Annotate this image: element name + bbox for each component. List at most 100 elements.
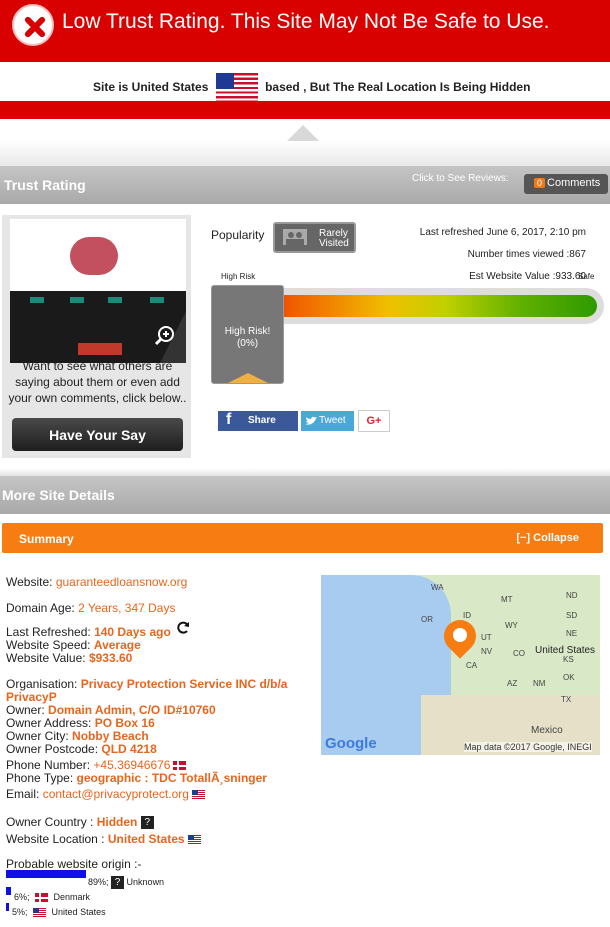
site-stats: Last refreshed June 6, 2017, 2:10 pm Num… xyxy=(400,222,586,288)
owner-city-row: Owner City: Nobby Beach xyxy=(6,729,149,743)
website-link[interactable]: guaranteedloansnow.org xyxy=(56,575,187,589)
owner-address-label: Owner Address: xyxy=(6,716,92,730)
owner-city-label: Owner City: xyxy=(6,729,69,743)
owner-country-value: Hidden xyxy=(96,815,138,829)
summary-title: Summary xyxy=(19,532,74,546)
origin-row: 5%; United States xyxy=(12,907,106,918)
map-label: OR xyxy=(421,615,433,624)
divider xyxy=(0,140,610,166)
last-refreshed-value: 140 Days ago xyxy=(94,625,171,639)
owner-postcode-label: Owner Postcode: xyxy=(6,742,99,756)
have-your-say-button[interactable]: Have Your Say xyxy=(12,418,183,451)
users-icon xyxy=(283,229,307,245)
origin-percent: 5%; xyxy=(12,907,28,917)
collapse-button[interactable]: [−] Collapse xyxy=(516,532,579,544)
website-location-row: Website Location : United States xyxy=(6,832,204,846)
google-plus-button[interactable]: G+ xyxy=(358,410,390,432)
close-circle-icon xyxy=(12,4,54,46)
website-speed-row: Website Speed: Average xyxy=(6,638,141,652)
pointer-notch xyxy=(287,125,319,141)
map-label: Mexico xyxy=(531,725,563,736)
phone-type-label: Phone Type: xyxy=(6,771,74,785)
owner-country-row: Owner Country : Hidden ? xyxy=(6,815,154,830)
denmark-flag-icon xyxy=(35,893,49,903)
owner-postcode-value: QLD 4218 xyxy=(101,742,157,756)
last-refreshed-label: Last Refreshed: xyxy=(6,625,91,639)
us-flag-icon xyxy=(215,73,258,103)
us-flag-icon xyxy=(187,835,201,845)
click-to-see-reviews: Click to See Reviews: xyxy=(412,173,509,184)
domain-age-row: Domain Age: 2 Years, 347 Days xyxy=(6,601,175,615)
map-label: CA xyxy=(466,661,478,670)
last-refreshed: Last refreshed June 6, 2017, 2:10 pm xyxy=(419,227,586,238)
comments-label: Comments xyxy=(547,177,601,189)
email-label: Email: xyxy=(6,787,40,801)
email-link[interactable]: contact@privacyprotect.org xyxy=(43,787,189,801)
refresh-icon[interactable] xyxy=(177,621,190,634)
website-speed-value: Average xyxy=(93,638,141,652)
phone-type-row: Phone Type: geographic : TDC TotallÃ¸sni… xyxy=(6,771,267,785)
summary-bar: Summary [−] Collapse xyxy=(2,523,603,553)
risk-status: High Risk! xyxy=(224,326,271,337)
site-screenshot-card: Want to see what others are saying about… xyxy=(2,215,191,458)
comments-count-badge: 0 xyxy=(534,178,546,188)
map-attribution: Map data ©2017 Google, INEGI xyxy=(464,742,592,752)
website-value-row: Website Value: $933.60 xyxy=(6,651,132,665)
comments-button[interactable]: 0 Comments xyxy=(524,174,608,194)
map-label: KS xyxy=(563,655,574,664)
owner-value: Domain Admin, C/O ID#10760 xyxy=(48,703,216,717)
times-viewed: Number times viewed :867 xyxy=(467,249,586,260)
zoom-icon[interactable] xyxy=(154,325,176,347)
origin-row: 89%; ? Unknown xyxy=(88,876,164,889)
facebook-icon: f xyxy=(226,411,232,428)
website-label: Website: xyxy=(6,575,53,589)
red-divider xyxy=(0,101,610,119)
website-location-label: Website Location : xyxy=(6,832,105,846)
origin-bar-united-states xyxy=(6,903,9,911)
map-label: OK xyxy=(563,673,575,682)
more-site-details-title: More Site Details xyxy=(2,487,115,503)
popularity-value-line2: Visited xyxy=(319,238,349,249)
owner-label: Owner: xyxy=(6,703,45,717)
trust-rating-header: Trust Rating xyxy=(0,166,610,204)
website-row: Website: guaranteedloansnow.org xyxy=(6,575,187,589)
phone-number-row: Phone Number: +45.36946676 xyxy=(6,758,189,772)
origin-country: Unknown xyxy=(126,876,165,887)
site-thumbnail[interactable] xyxy=(10,219,186,363)
card-description: Want to see what others are saying about… xyxy=(8,359,187,405)
thumbnail-image xyxy=(70,237,118,275)
unknown-flag-icon: ? xyxy=(111,876,125,889)
thumbnail-element xyxy=(108,297,122,303)
map-label: WY xyxy=(505,621,518,630)
location-suffix: based , But The Real Location Is Being H… xyxy=(265,80,531,95)
indicator-arrow xyxy=(228,373,268,383)
owner-address-row: Owner Address: PO Box 16 xyxy=(6,716,155,730)
origin-percent: 89%; xyxy=(88,876,109,887)
est-website-value: Est Website Value :933.60 xyxy=(469,271,586,282)
us-flag-icon xyxy=(191,790,205,800)
website-speed-label: Website Speed: xyxy=(6,638,91,652)
email-row: Email: contact@privacyprotect.org xyxy=(6,787,208,801)
location-bar: Site is United States based , But The Re… xyxy=(0,62,610,103)
thumbnail-element xyxy=(78,343,122,355)
map-label: CO xyxy=(513,649,525,658)
trust-meter-indicator: High Risk! (0%) xyxy=(211,285,284,384)
map-pin-dot xyxy=(453,628,467,642)
organisation-label: Organisation: xyxy=(6,677,78,691)
twitter-bird-icon xyxy=(305,416,317,425)
map-label: NM xyxy=(533,679,546,688)
website-value-value: $933.60 xyxy=(88,651,133,665)
map-label: NE xyxy=(566,629,578,638)
map-label: AZ xyxy=(507,679,518,688)
origin-bar-denmark xyxy=(6,887,11,895)
origin-title: Probable website origin :- xyxy=(6,857,142,871)
location-map[interactable]: WA MT ND OR ID SD WY NE NV UT CO KS CA U… xyxy=(321,575,600,755)
origin-row: 6%; Denmark xyxy=(14,892,90,903)
organisation-row: Organisation: Privacy Protection Service… xyxy=(6,677,287,691)
map-label: MT xyxy=(501,595,513,604)
risk-percent: (0%) xyxy=(236,338,259,349)
unknown-flag-icon: ? xyxy=(140,816,154,830)
safe-label: Safe xyxy=(578,272,595,281)
trust-rating-title: Trust Rating xyxy=(4,177,86,193)
thumbnail-element xyxy=(30,297,44,303)
